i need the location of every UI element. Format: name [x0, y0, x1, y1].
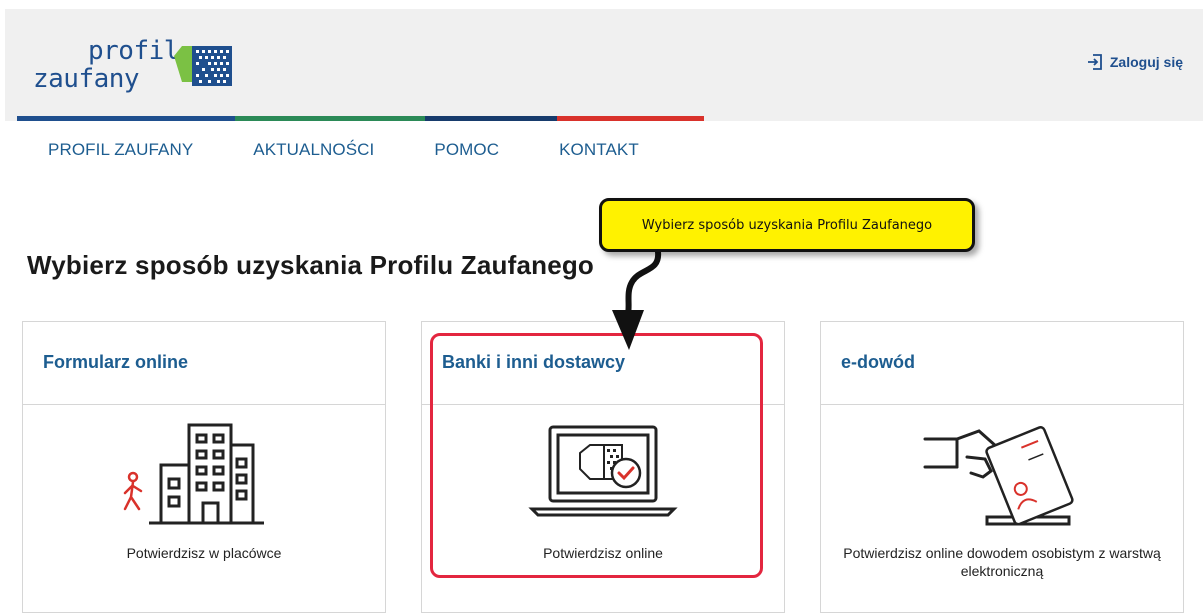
nav-item-pomoc[interactable]: POMOC — [434, 140, 499, 160]
login-icon — [1087, 54, 1102, 70]
profil-zaufany-logo[interactable]: profil zaufany — [33, 34, 243, 104]
card-title[interactable]: Formularz online — [43, 352, 188, 373]
nav-item-aktualnosci[interactable]: AKTUALNOŚCI — [253, 140, 374, 160]
page-title: Wybierz sposób uzyskania Profilu Zaufane… — [27, 250, 595, 280]
color-stripe-3 — [425, 116, 557, 121]
card-divider — [821, 404, 1183, 405]
callout-arrow-icon — [612, 249, 662, 350]
card-e-dowod[interactable]: e-dowód Potwierdzisz online dowodem osob… — [820, 321, 1184, 613]
color-stripe-4 — [557, 116, 704, 121]
highlight-frame — [430, 333, 763, 578]
main-navigation: PROFIL ZAUFANY AKTUALNOŚCI POMOC KONTAKT — [48, 140, 699, 160]
card-title[interactable]: e-dowód — [841, 352, 915, 373]
logo-mark-icon — [174, 46, 232, 86]
card-description: Potwierdzisz online dowodem osobistym z … — [843, 545, 1161, 579]
site-header: profil zaufany Zaloguj się — [5, 9, 1203, 121]
nav-item-profil-zaufany[interactable]: PROFIL ZAUFANY — [48, 140, 193, 160]
color-stripe-1 — [17, 116, 235, 121]
logo-text-line2: zaufany — [33, 64, 140, 94]
callout-text: Wybierz sposób uzyskania Profilu Zaufane… — [641, 217, 933, 233]
login-label: Zaloguj się — [1109, 54, 1183, 70]
id-card-icon — [923, 426, 1074, 526]
card-description: Potwierdzisz w placówce — [126, 545, 282, 561]
office-building-icon — [123, 423, 264, 525]
logo-text-line1: profil — [88, 36, 179, 66]
login-link[interactable]: Zaloguj się — [1086, 53, 1183, 71]
instruction-callout: Wybierz sposób uzyskania Profilu Zaufane… — [599, 198, 975, 252]
card-divider — [23, 404, 385, 405]
color-stripe-2 — [235, 116, 425, 121]
nav-item-kontakt[interactable]: KONTAKT — [559, 140, 639, 160]
card-formularz-online[interactable]: Formularz online Potwierdzisz w placówce — [22, 321, 386, 613]
